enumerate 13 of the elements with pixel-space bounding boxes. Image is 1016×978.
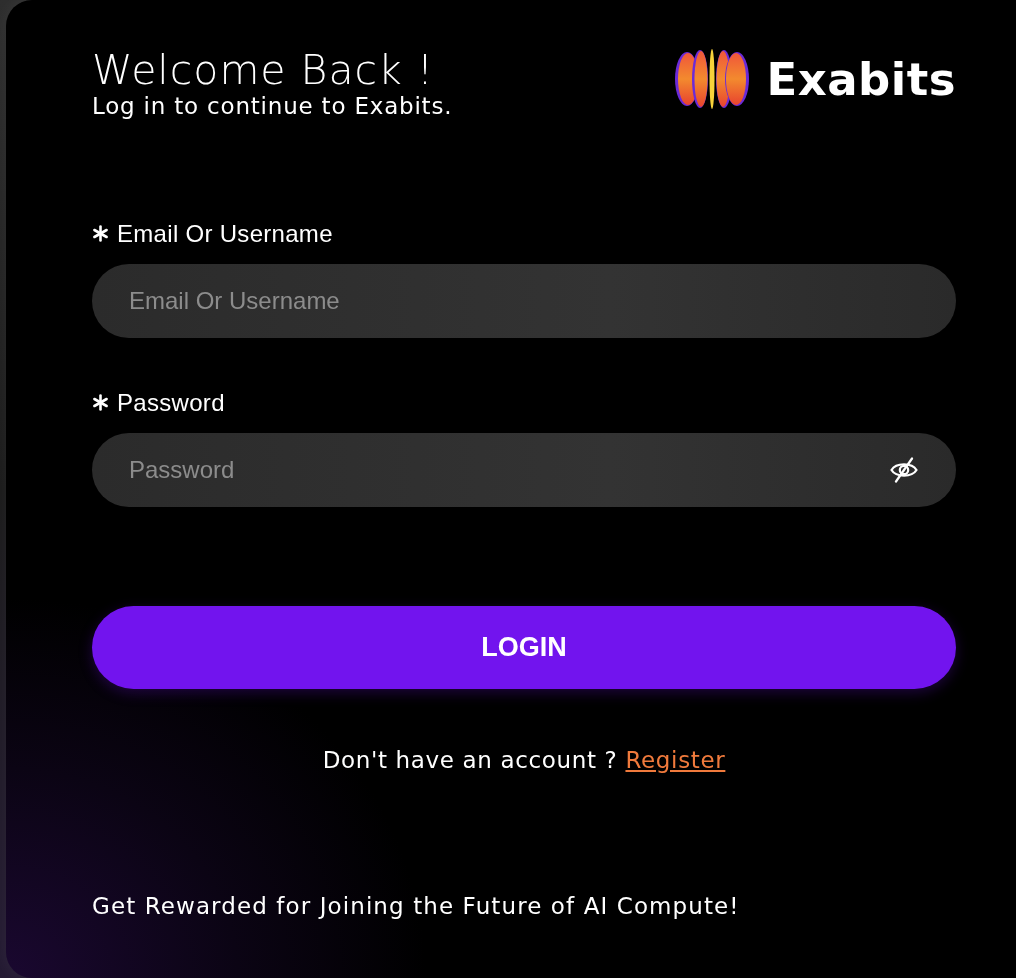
field-label: Email Or Username [117, 218, 333, 249]
register-link[interactable]: Register [625, 746, 726, 773]
account-prompt-text: Don't have an account ? [322, 746, 618, 773]
login-button[interactable]: LOGIN [92, 605, 956, 689]
welcome-title: Welcome Back ! [92, 48, 436, 94]
welcome-subtitle: Log in to continue to Exabits. [92, 93, 453, 121]
logo-text: Exabits [766, 56, 956, 102]
password-field[interactable]: Password [92, 432, 956, 507]
email-field[interactable]: Email Or Username [92, 263, 956, 338]
striped-sphere-logo-icon [674, 49, 751, 109]
eye-slash-icon[interactable] [890, 456, 918, 483]
field-label: Password [117, 387, 225, 418]
rewards-tagline: Get Rewarded for Joining the Future of AI Compute! [92, 892, 741, 922]
